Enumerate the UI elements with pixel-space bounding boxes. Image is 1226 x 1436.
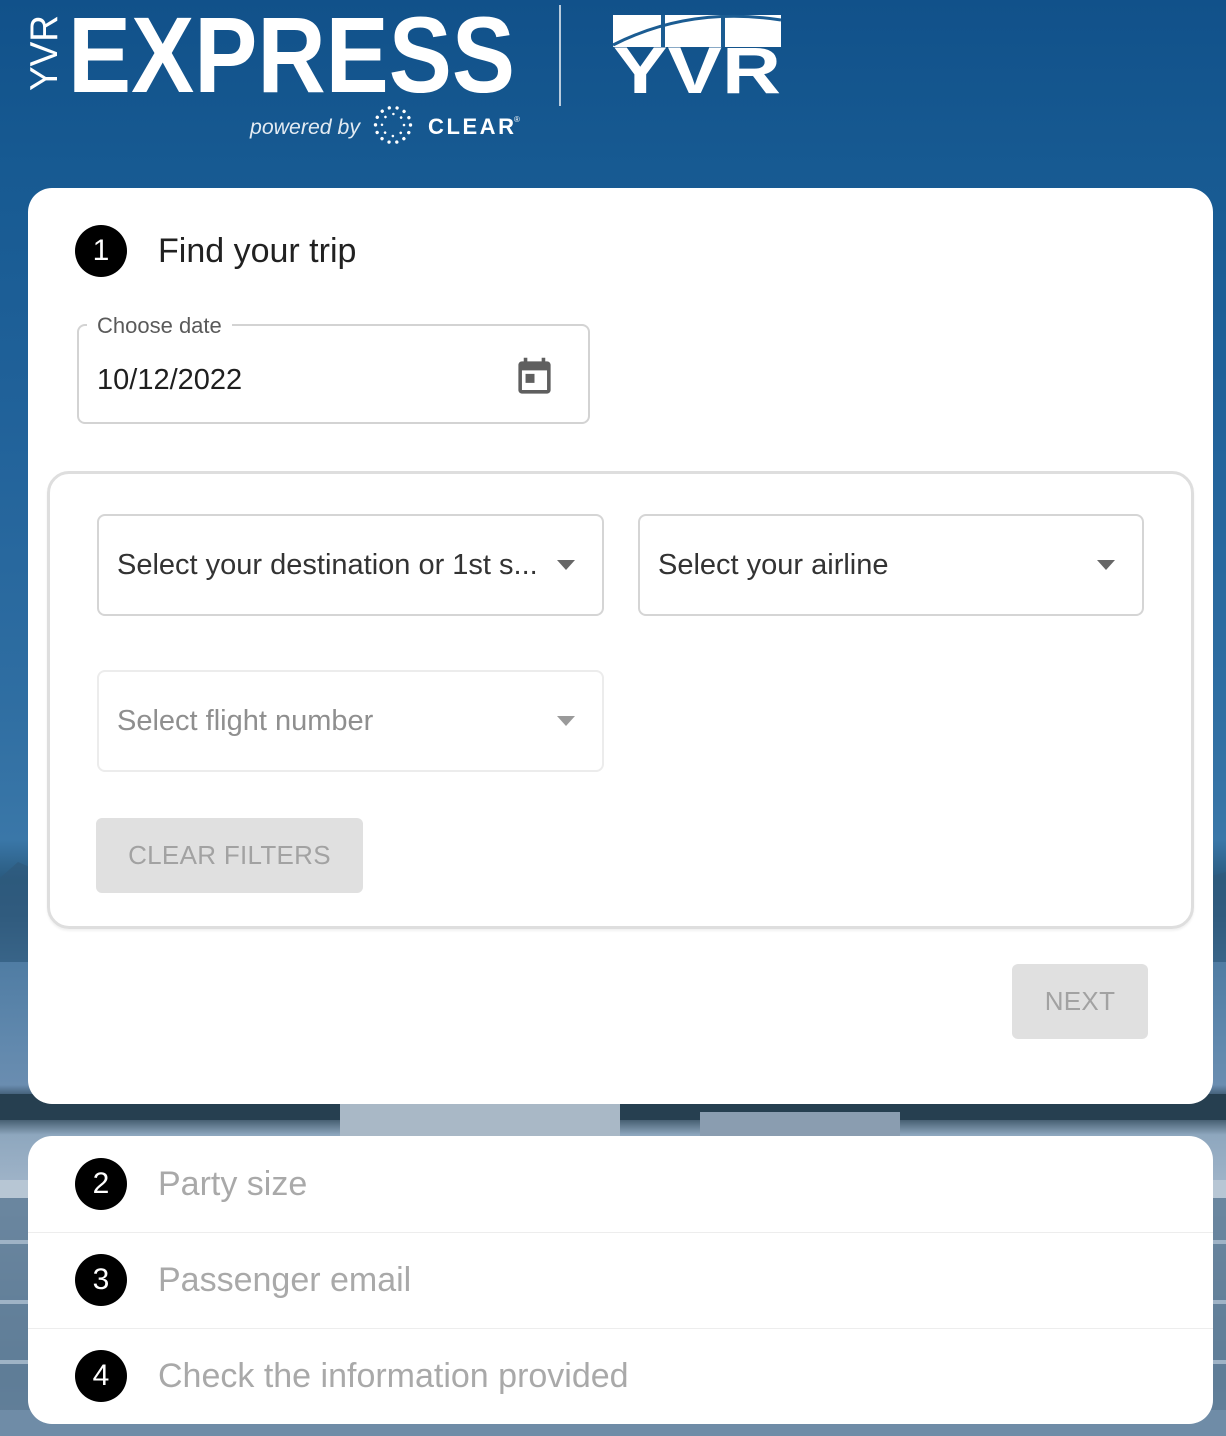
airline-select-text: Select your airline [658, 549, 889, 581]
clear-registered-mark: ® [514, 115, 520, 124]
step-2-row: 2 Party size [28, 1136, 1213, 1232]
step-2-badge: 2 [75, 1158, 127, 1210]
yvr-vertical-text: YVR [23, 15, 66, 91]
step-4-badge: 4 [75, 1350, 127, 1402]
arrow-drop-down-icon [557, 716, 575, 726]
powered-by-text: powered by [249, 116, 362, 139]
date-input[interactable] [97, 360, 497, 400]
step-4-row: 4 Check the information provided [28, 1328, 1213, 1424]
destination-select-text: Select your destination or 1st s... [117, 549, 538, 581]
date-field-label: Choose date [87, 313, 232, 339]
step-1-badge: 1 [75, 225, 127, 277]
arrow-drop-down-icon [557, 560, 575, 570]
step-3-row: 3 Passenger email [28, 1232, 1213, 1328]
date-field[interactable]: Choose date [77, 313, 590, 424]
destination-select[interactable]: Select your destination or 1st s... [97, 514, 604, 616]
calendar-icon[interactable] [513, 356, 556, 399]
upcoming-steps-card: 2 Party size 3 Passenger email 4 Check t… [28, 1136, 1213, 1424]
step-3-title: Passenger email [158, 1261, 412, 1299]
step-3-badge: 3 [75, 1254, 127, 1306]
yvr-logo-text: YVR [613, 33, 781, 107]
flight-number-select-text: Select flight number [117, 705, 374, 737]
trip-filters-panel: Select your destination or 1st s... Sele… [47, 471, 1194, 929]
header-logos: YVR EXPRESS powered by CLEAR ® YVR [23, 0, 782, 145]
terminal-building-block [340, 1104, 620, 1136]
clear-wordmark: CLEAR [428, 114, 514, 139]
terminal-building-block [700, 1112, 900, 1136]
clear-filters-button[interactable]: CLEAR FILTERS [96, 818, 363, 893]
arrow-drop-down-icon [1097, 560, 1115, 570]
express-wordmark: EXPRESS [68, 0, 515, 115]
step-1-title: Find your trip [158, 232, 357, 270]
yvr-express-logo: YVR EXPRESS [23, 0, 515, 115]
next-button[interactable]: NEXT [1012, 964, 1148, 1039]
yvr-airport-logo: YVR [612, 14, 782, 107]
airline-select[interactable]: Select your airline [638, 514, 1144, 616]
find-trip-card: 1 Find your trip Choose date Select your… [28, 188, 1213, 1104]
step-4-title: Check the information provided [158, 1357, 629, 1395]
step-2-title: Party size [158, 1165, 308, 1203]
flight-number-select[interactable]: Select flight number [97, 670, 604, 772]
